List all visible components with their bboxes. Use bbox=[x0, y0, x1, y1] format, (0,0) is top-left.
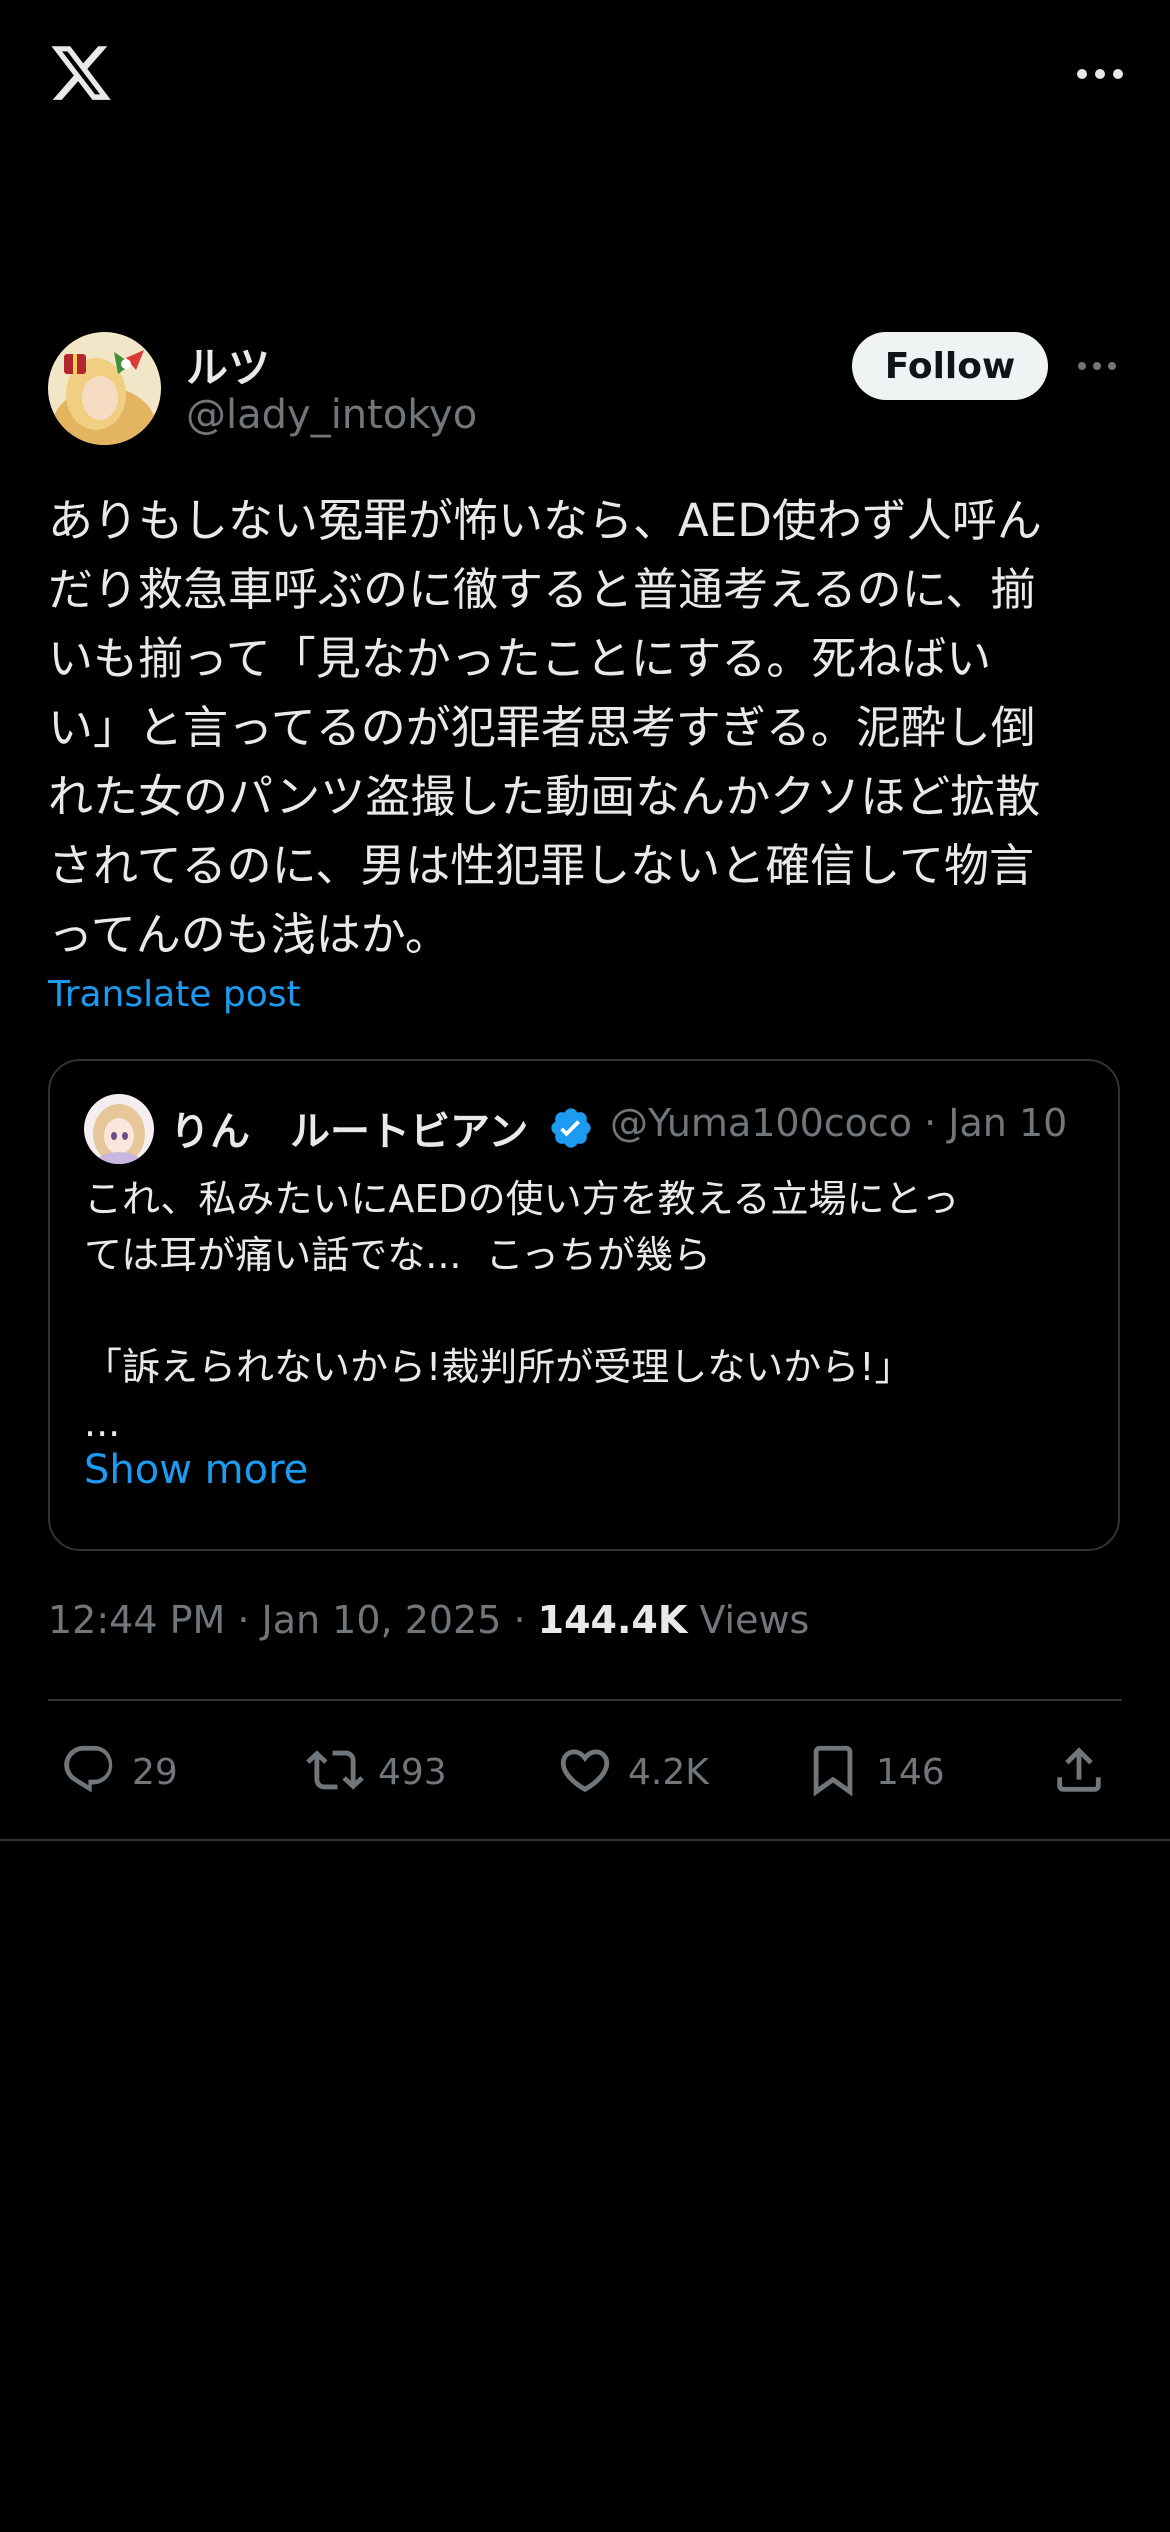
reply-button[interactable]: 29 bbox=[60, 1740, 178, 1804]
x-logo-icon[interactable] bbox=[48, 40, 114, 106]
repost-count: 493 bbox=[378, 1751, 447, 1793]
bookmark-icon bbox=[804, 1741, 862, 1803]
translate-post-link[interactable]: Translate post bbox=[48, 974, 301, 1015]
reply-count: 29 bbox=[132, 1751, 178, 1793]
tweet-timestamp: 12:44 PM · Jan 10, 2025 · 144.4K Views bbox=[48, 1598, 809, 1642]
divider bbox=[48, 1699, 1122, 1701]
tweet-author: ルツ @lady_intokyo Follow bbox=[48, 332, 1122, 448]
follow-button[interactable]: Follow bbox=[852, 332, 1048, 400]
share-icon bbox=[1050, 1741, 1108, 1803]
repost-button[interactable]: 493 bbox=[306, 1740, 447, 1804]
author-avatar[interactable] bbox=[48, 332, 161, 445]
quoted-author-avatar[interactable] bbox=[84, 1094, 154, 1164]
top-bar bbox=[0, 0, 1170, 150]
quoted-tweet[interactable]: りん ルートビアン @Yuma100coco · Jan 10 これ、私みたいに… bbox=[48, 1059, 1120, 1551]
bookmark-count: 146 bbox=[876, 1751, 945, 1793]
show-more-link[interactable]: Show more bbox=[84, 1447, 308, 1493]
share-button[interactable] bbox=[1050, 1740, 1108, 1804]
verified-badge-icon bbox=[548, 1105, 594, 1151]
reply-icon bbox=[60, 1741, 118, 1803]
tweet-actions: 29 493 4.2K 146 bbox=[0, 1740, 1170, 1804]
more-horizontal-icon[interactable] bbox=[1044, 52, 1124, 96]
author-handle[interactable]: @lady_intokyo bbox=[186, 392, 477, 438]
tweet-text: ありもしない冤罪が怖いなら、AED使わず人呼ん だり救急車呼ぶのに徹すると普通考… bbox=[48, 494, 1042, 961]
heart-icon bbox=[556, 1741, 614, 1803]
quoted-tweet-text: これ、私みたいにAEDの使い方を教える立場にとっ ては耳が痛い話でな... こっ… bbox=[84, 1177, 960, 1445]
views-label: Views bbox=[687, 1598, 810, 1642]
like-button[interactable]: 4.2K bbox=[556, 1740, 709, 1804]
bookmark-button[interactable]: 146 bbox=[804, 1740, 945, 1804]
tweet-time[interactable]: 12:44 PM · Jan 10, 2025 · bbox=[48, 1598, 538, 1642]
tweet-more-icon[interactable] bbox=[1072, 346, 1122, 386]
like-count: 4.2K bbox=[628, 1751, 709, 1793]
quoted-handle-date[interactable]: @Yuma100coco · Jan 10 bbox=[610, 1101, 1067, 1145]
author-name[interactable]: ルツ bbox=[186, 334, 270, 395]
views-count: 144.4K bbox=[537, 1598, 688, 1642]
divider bbox=[0, 1839, 1170, 1841]
quoted-author-name[interactable]: りん ルートビアン bbox=[170, 1099, 528, 1157]
repost-icon bbox=[306, 1741, 364, 1803]
